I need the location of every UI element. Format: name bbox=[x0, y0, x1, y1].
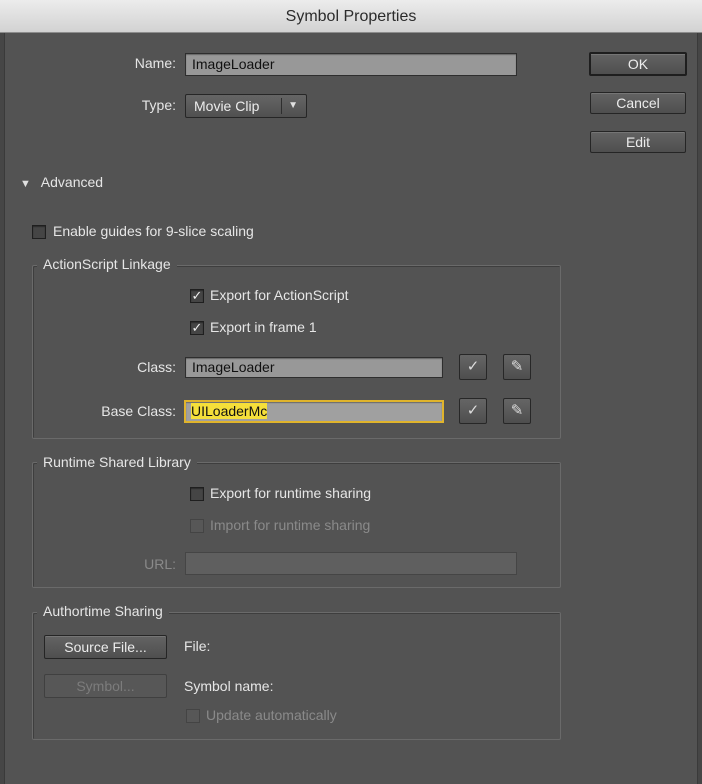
update-automatically-checkbox[interactable] bbox=[186, 709, 200, 723]
select-divider bbox=[281, 98, 282, 114]
class-label: Class: bbox=[137, 359, 176, 375]
symbol-button[interactable]: Symbol... bbox=[44, 674, 167, 698]
export-runtime-sharing-label: Export for runtime sharing bbox=[210, 485, 372, 501]
checkmark-icon: ✓ bbox=[466, 402, 480, 419]
nine-slice-checkbox[interactable] bbox=[32, 225, 46, 239]
import-runtime-sharing-label: Import for runtime sharing bbox=[210, 517, 371, 533]
disclosure-triangle-icon: ▼ bbox=[20, 178, 31, 190]
runtime-shared-library-legend: Runtime Shared Library bbox=[37, 454, 197, 470]
chevron-down-icon: ▼ bbox=[288, 100, 298, 111]
base-class-label: Base Class: bbox=[101, 403, 176, 419]
pencil-icon: ✎ bbox=[510, 402, 524, 419]
validate-base-class-button[interactable]: ✓ bbox=[459, 398, 487, 424]
actionscript-linkage-legend: ActionScript Linkage bbox=[37, 256, 177, 272]
type-label: Type: bbox=[141, 97, 176, 113]
export-runtime-sharing-checkbox[interactable] bbox=[190, 487, 204, 501]
type-select-value: Movie Clip bbox=[194, 98, 260, 114]
export-in-frame1-checkbox[interactable]: ✓ bbox=[190, 321, 204, 335]
window-title: Symbol Properties bbox=[285, 8, 417, 25]
advanced-toggle[interactable]: ▼ Advanced bbox=[20, 174, 103, 192]
edit-button[interactable]: Edit bbox=[590, 131, 686, 153]
pencil-icon: ✎ bbox=[510, 358, 524, 375]
checkmark-icon: ✓ bbox=[191, 288, 203, 303]
update-automatically-label: Update automatically bbox=[206, 707, 337, 723]
symbol-name-label: Symbol name: bbox=[184, 678, 274, 694]
url-label: URL: bbox=[144, 556, 176, 572]
edit-base-class-button[interactable]: ✎ bbox=[503, 398, 531, 424]
validate-class-button[interactable]: ✓ bbox=[459, 354, 487, 380]
url-input[interactable] bbox=[185, 552, 517, 575]
nine-slice-label: Enable guides for 9-slice scaling bbox=[53, 223, 254, 239]
type-select[interactable]: Movie Clip ▼ bbox=[185, 94, 307, 118]
checkmark-icon: ✓ bbox=[191, 320, 203, 335]
export-for-actionscript-label: Export for ActionScript bbox=[210, 287, 349, 303]
name-label: Name: bbox=[134, 55, 176, 71]
checkmark-icon: ✓ bbox=[466, 358, 480, 375]
cancel-button[interactable]: Cancel bbox=[590, 92, 686, 114]
title-bar: Symbol Properties bbox=[0, 0, 702, 33]
export-for-actionscript-checkbox[interactable]: ✓ bbox=[190, 289, 204, 303]
base-class-input[interactable]: UILoaderMc bbox=[184, 400, 444, 423]
base-class-value: UILoaderMc bbox=[191, 403, 268, 419]
name-input[interactable]: ImageLoader bbox=[185, 53, 517, 76]
export-in-frame1-label: Export in frame 1 bbox=[210, 319, 317, 335]
edit-class-button[interactable]: ✎ bbox=[503, 354, 531, 380]
source-file-button[interactable]: Source File... bbox=[44, 635, 167, 659]
file-label: File: bbox=[184, 638, 211, 654]
import-runtime-sharing-checkbox[interactable] bbox=[190, 519, 204, 533]
class-input[interactable]: ImageLoader bbox=[185, 357, 443, 378]
ok-button[interactable]: OK bbox=[589, 52, 687, 76]
authortime-sharing-legend: Authortime Sharing bbox=[37, 603, 169, 619]
advanced-label: Advanced bbox=[40, 174, 104, 190]
